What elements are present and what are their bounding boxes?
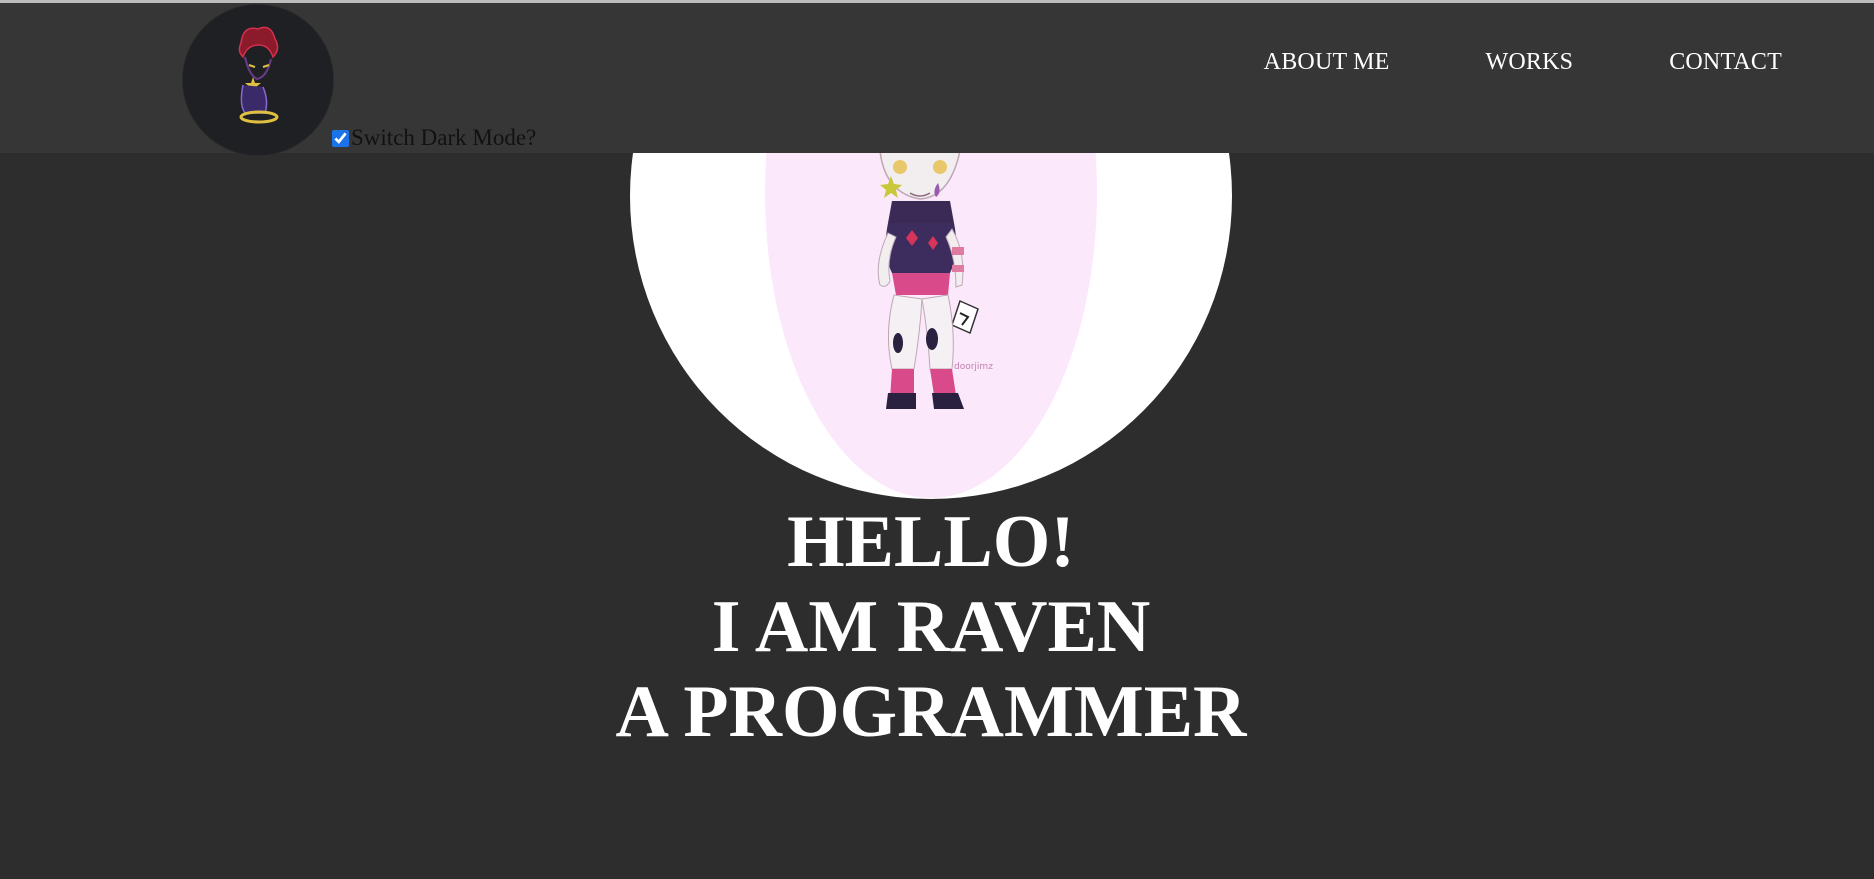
nav-contact[interactable]: CONTACT (1669, 49, 1782, 76)
dark-mode-toggle[interactable]: Switch Dark Mode? (332, 123, 536, 153)
dark-mode-checkbox[interactable] (332, 129, 349, 147)
nav-about-me[interactable]: ABOUT ME (1264, 49, 1390, 76)
hero-image: doorjimz (630, 153, 1232, 499)
navbar: Switch Dark Mode? ABOUT ME WORKS CONTACT (0, 3, 1874, 156)
hero-line-role: A PROGRAMMER (615, 671, 1247, 753)
hero-line-name: I AM RAVEN (711, 586, 1151, 668)
dark-mode-label: Switch Dark Mode? (351, 125, 537, 150)
main-nav: ABOUT ME WORKS CONTACT (1264, 49, 1782, 76)
chibi-character-illustration: doorjimz (765, 153, 1097, 498)
hero-image-circle: doorjimz (630, 153, 1232, 499)
avatar-character-icon (183, 5, 333, 155)
hero-title: HELLO! I AM RAVEN A PROGRAMMER (0, 500, 1862, 755)
nav-works[interactable]: WORKS (1486, 49, 1574, 76)
logo-avatar[interactable] (182, 4, 334, 156)
svg-text:doorjimz: doorjimz (954, 362, 993, 372)
hero-line-hello: HELLO! (787, 501, 1075, 583)
